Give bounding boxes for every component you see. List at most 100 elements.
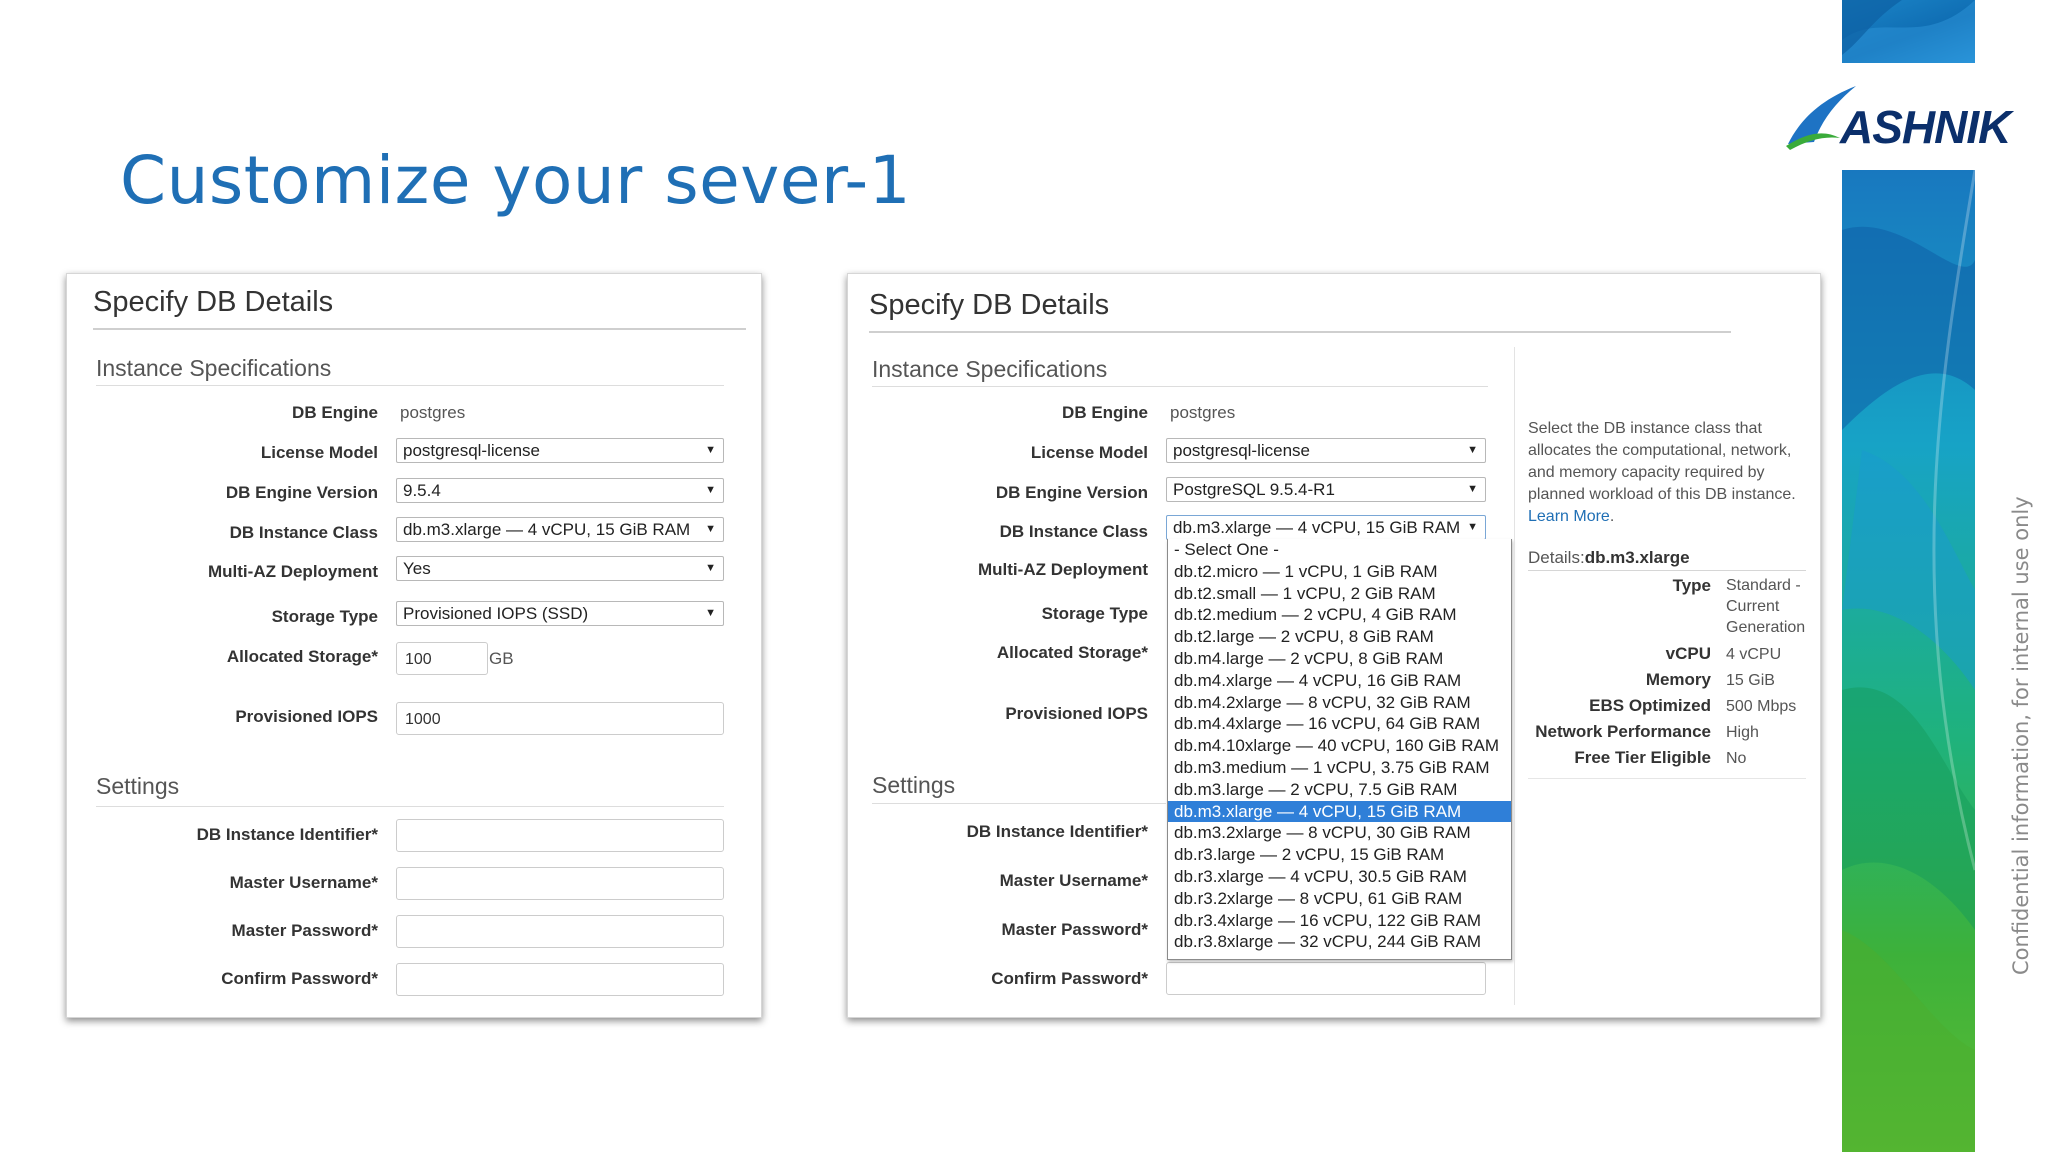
multi-az-value: Yes [403, 559, 431, 578]
db-engine-label: DB Engine [292, 403, 378, 422]
iops-label: Provisioned IOPS [235, 707, 378, 726]
iops-input[interactable]: 1000 [396, 702, 724, 735]
confirm-password-label: Confirm Password* [221, 969, 378, 988]
db-engine-value: postgres [400, 403, 466, 422]
side-pane-divider [1514, 347, 1515, 1005]
dropdown-option[interactable]: db.m4.2xlarge — 8 vCPU, 32 GiB RAM [1168, 692, 1511, 714]
db-engine-label: DB Engine [1062, 403, 1148, 422]
section-divider [872, 803, 1166, 804]
license-model-select[interactable]: postgresql-license ▼ [396, 438, 724, 463]
allocated-storage-label: Allocated Storage* [996, 643, 1148, 662]
dropdown-arrow-icon: ▼ [705, 523, 716, 535]
instance-class-select[interactable]: db.m3.xlarge — 4 vCPU, 15 GiB RAM ▼ [1166, 515, 1486, 540]
detail-key: EBS Optimized [1589, 696, 1711, 715]
db-instance-identifier-input[interactable] [396, 819, 724, 852]
detail-value: No [1726, 750, 1747, 767]
license-model-value: postgresql-license [403, 441, 541, 460]
detail-key: Memory [1645, 670, 1711, 689]
license-model-label: License Model [260, 443, 378, 462]
instance-class-select[interactable]: db.m3.xlarge — 4 vCPU, 15 GiB RAM ▼ [396, 517, 724, 542]
detail-key: Network Performance [1535, 722, 1711, 741]
details-name: db.m3.xlarge [1584, 548, 1690, 567]
master-password-input[interactable] [396, 915, 724, 948]
multi-az-select[interactable]: Yes ▼ [396, 556, 724, 581]
engine-version-select[interactable]: PostgreSQL 9.5.4-R1 ▼ [1166, 477, 1486, 502]
title-divider [93, 328, 746, 330]
section-divider [96, 385, 724, 386]
dropdown-option[interactable]: db.m4.10xlarge — 40 vCPU, 160 GiB RAM [1168, 735, 1511, 757]
dropdown-arrow-icon: ▼ [1467, 521, 1478, 533]
db-instance-identifier-label: DB Instance Identifier* [966, 822, 1148, 841]
panel-title: Specify DB Details [869, 289, 1110, 321]
storage-type-label: Storage Type [271, 607, 378, 626]
instance-class-label: DB Instance Class [999, 522, 1148, 541]
dropdown-option[interactable]: db.m3.medium — 1 vCPU, 3.75 GiB RAM [1168, 757, 1511, 779]
storage-type-select[interactable]: Provisioned IOPS (SSD) ▼ [396, 601, 724, 626]
confirm-password-label: Confirm Password* [991, 969, 1148, 988]
engine-version-value: PostgreSQL 9.5.4-R1 [1173, 480, 1335, 499]
dropdown-option[interactable]: db.r3.xlarge — 4 vCPU, 30.5 GiB RAM [1168, 866, 1511, 888]
dropdown-option[interactable]: - Select One - [1168, 539, 1511, 561]
master-password-label: Master Password* [1001, 920, 1148, 939]
dropdown-option[interactable]: db.m3.large — 2 vCPU, 7.5 GiB RAM [1168, 779, 1511, 801]
details-heading: Details:db.m3.xlarge [1528, 548, 1690, 568]
dropdown-option[interactable]: db.t2.medium — 2 vCPU, 4 GiB RAM [1168, 604, 1511, 626]
dropdown-option[interactable]: db.r3.large — 2 vCPU, 15 GiB RAM [1168, 844, 1511, 866]
panel-title: Specify DB Details [93, 286, 334, 318]
license-model-select[interactable]: postgresql-license ▼ [1166, 438, 1486, 463]
master-username-input[interactable] [396, 867, 724, 900]
section-title-instance: Instance Specifications [96, 355, 332, 381]
section-title-settings: Settings [872, 772, 956, 798]
dropdown-arrow-icon: ▼ [705, 562, 716, 574]
dropdown-option[interactable]: db.t2.micro — 1 vCPU, 1 GiB RAM [1168, 561, 1511, 583]
dropdown-option[interactable]: db.r3.2xlarge — 8 vCPU, 61 GiB RAM [1168, 888, 1511, 910]
dropdown-option[interactable]: db.r3.4xlarge — 16 vCPU, 122 GiB RAM [1168, 910, 1511, 932]
dropdown-arrow-icon: ▼ [1467, 483, 1478, 495]
dropdown-option[interactable]: db.t2.small — 1 vCPU, 2 GiB RAM [1168, 583, 1511, 605]
master-username-label: Master Username* [999, 871, 1148, 890]
decorative-strip [1842, 170, 1975, 1152]
dropdown-option-selected[interactable]: db.m3.xlarge — 4 vCPU, 15 GiB RAM [1168, 800, 1511, 823]
dropdown-option[interactable]: db.r3.8xlarge — 32 vCPU, 244 GiB RAM [1168, 931, 1511, 953]
multi-az-label: Multi-AZ Deployment [978, 560, 1148, 579]
confirm-password-input[interactable] [396, 963, 724, 996]
detail-value: 15 GiB [1726, 672, 1775, 689]
engine-version-label: DB Engine Version [225, 483, 378, 502]
master-username-label: Master Username* [229, 873, 378, 892]
dropdown-option[interactable]: db.t2.large — 2 vCPU, 8 GiB RAM [1168, 626, 1511, 648]
allocated-storage-label: Allocated Storage* [226, 647, 378, 666]
instance-class-label: DB Instance Class [229, 523, 378, 542]
details-prefix: Details: [1528, 548, 1585, 567]
dropdown-option[interactable]: db.m4.xlarge — 4 vCPU, 16 GiB RAM [1168, 670, 1511, 692]
license-model-value: postgresql-license [1173, 441, 1311, 460]
learn-more-link[interactable]: Learn More [1528, 508, 1610, 525]
detail-key: vCPU [1665, 644, 1711, 663]
instance-class-help: Select the DB instance class that alloca… [1528, 420, 1796, 525]
dropdown-option[interactable]: db.m3.2xlarge — 8 vCPU, 30 GiB RAM [1168, 822, 1511, 844]
license-model-label: License Model [1030, 443, 1148, 462]
dropdown-option[interactable]: db.m4.4xlarge — 16 vCPU, 64 GiB RAM [1168, 713, 1511, 735]
detail-key: Free Tier Eligible [1574, 748, 1711, 767]
engine-version-value: 9.5.4 [403, 481, 441, 500]
allocated-storage-unit: GB [489, 649, 514, 668]
section-title-instance: Instance Specifications [872, 356, 1108, 382]
engine-version-select[interactable]: 9.5.4 ▼ [396, 478, 724, 503]
dropdown-arrow-icon: ▼ [1467, 444, 1478, 456]
allocated-storage-input[interactable]: 100 [396, 642, 488, 675]
section-divider [872, 386, 1488, 387]
dropdown-option[interactable]: db.m4.large — 2 vCPU, 8 GiB RAM [1168, 648, 1511, 670]
detail-value: Standard - Current Generation [1726, 577, 1806, 636]
details-divider [1528, 570, 1806, 571]
section-title-settings: Settings [96, 773, 180, 799]
master-password-label: Master Password* [231, 921, 378, 940]
storage-type-label: Storage Type [1041, 604, 1148, 623]
instance-class-dropdown-list[interactable]: - Select One - db.t2.micro — 1 vCPU, 1 Gi… [1167, 539, 1512, 960]
details-divider [1528, 778, 1806, 779]
storage-type-value: Provisioned IOPS (SSD) [403, 604, 589, 623]
db-engine-value: postgres [1170, 403, 1236, 422]
db-instance-identifier-label: DB Instance Identifier* [196, 825, 378, 844]
logo-text: ASHNIK [1840, 101, 2011, 153]
confirm-password-input[interactable] [1166, 962, 1486, 995]
detail-value: 500 Mbps [1726, 698, 1797, 715]
title-divider [869, 331, 1731, 333]
